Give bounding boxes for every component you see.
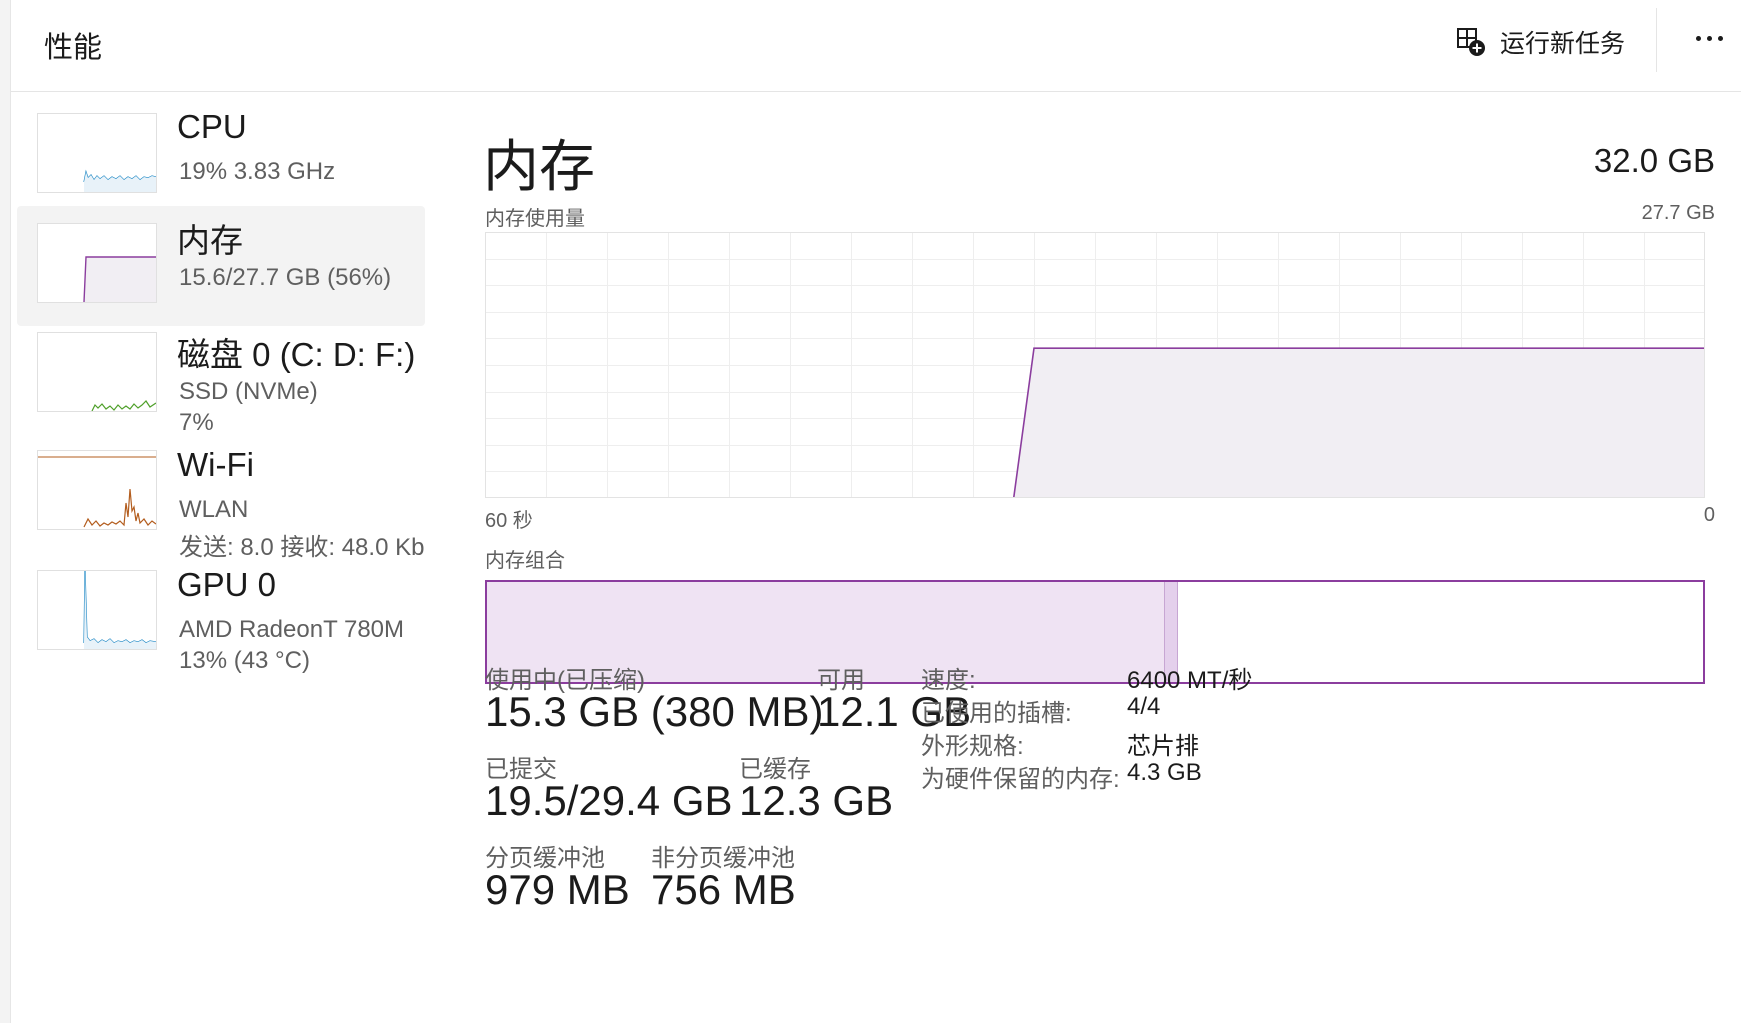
composition-label: 内存组合 <box>485 550 565 572</box>
cpu-thumbnail-graph <box>37 113 157 193</box>
paged-pool-value: 979 MB <box>485 866 630 913</box>
usage-graph-max: 27.7 GB <box>1641 202 1715 224</box>
title-bar: 性能 运行新任务 <box>11 0 1741 92</box>
device-detail: WLAN <box>179 496 249 523</box>
nonpaged-pool-value: 756 MB <box>651 866 796 913</box>
hardware-reserved-label: 为硬件保留的内存: <box>921 766 1120 793</box>
device-detail: SSD (NVMe) <box>179 378 318 405</box>
device-name: 内存 <box>177 222 243 259</box>
hardware-reserved-value: 4.3 GB <box>1127 759 1202 786</box>
device-detail: 19% 3.83 GHz <box>179 158 336 185</box>
memory-total: 32.0 GB <box>1593 142 1715 179</box>
device-list: CPU 19% 3.83 GHz 内存 15.6/27.7 GB (56%) 磁… <box>11 92 431 1023</box>
committed-value: 19.5/29.4 GB <box>485 777 733 824</box>
device-detail: 15.6/27.7 GB (56%) <box>179 264 392 291</box>
gpu-thumbnail-graph <box>37 570 157 650</box>
device-item-wifi[interactable]: Wi-Fi WLAN 发送: 8.0 接收: 48.0 Kb <box>17 438 425 561</box>
run-new-task-icon <box>1457 28 1485 56</box>
device-usage: 7% <box>179 409 214 436</box>
usage-graph-label: 内存使用量 <box>485 208 585 230</box>
device-item-cpu[interactable]: CPU 19% 3.83 GHz <box>17 100 425 220</box>
memory-detail-panel: 内存 32.0 GB 内存使用量 27.7 GB 60 秒 0 内存组合 使用中… <box>431 92 1741 1023</box>
memory-composition-bar <box>485 580 1705 684</box>
memory-usage-graph <box>485 232 1705 498</box>
device-detail: AMD RadeonT 780M <box>179 616 404 643</box>
form-factor-value: 芯片排 <box>1127 733 1199 760</box>
device-item-gpu[interactable]: GPU 0 AMD RadeonT 780M 13% (43 °C) <box>17 558 425 678</box>
window-left-edge <box>0 0 11 1023</box>
in-use-value: 15.3 GB (380 MB) <box>485 688 824 735</box>
disk-thumbnail-graph <box>37 332 157 412</box>
device-name: CPU <box>177 108 247 145</box>
device-name: 磁盘 0 (C: D: F:) <box>177 336 416 373</box>
device-name: GPU 0 <box>177 566 277 603</box>
slots-label: 已使用的插槽: <box>921 700 1072 727</box>
page-title: 性能 <box>44 32 103 64</box>
slots-value: 4/4 <box>1127 693 1161 720</box>
graph-axis-end: 0 <box>1703 504 1715 526</box>
form-factor-label: 外形规格: <box>921 733 1024 760</box>
speed-label: 速度: <box>921 667 976 694</box>
memory-thumbnail-graph <box>37 223 157 303</box>
run-new-task-button[interactable]: 运行新任务 <box>1456 22 1625 62</box>
device-usage: 13% (43 °C) <box>179 647 310 674</box>
device-item-memory[interactable]: 内存 15.6/27.7 GB (56%) <box>17 206 425 326</box>
more-icon <box>1695 35 1723 41</box>
memory-title: 内存 <box>483 135 595 198</box>
wifi-thumbnail-graph <box>37 450 157 530</box>
graph-axis-start: 60 秒 <box>485 510 533 532</box>
cached-value: 12.3 GB <box>739 777 894 824</box>
header-divider <box>1656 8 1657 72</box>
device-name: Wi-Fi <box>177 446 254 483</box>
device-item-disk[interactable]: 磁盘 0 (C: D: F:) SSD (NVMe) 7% <box>17 320 425 440</box>
speed-value: 6400 MT/秒 <box>1127 667 1253 694</box>
device-throughput: 发送: 8.0 接收: 48.0 Kb <box>179 534 425 561</box>
run-new-task-label: 运行新任务 <box>1500 30 1626 58</box>
more-options-button[interactable] <box>1683 18 1735 58</box>
